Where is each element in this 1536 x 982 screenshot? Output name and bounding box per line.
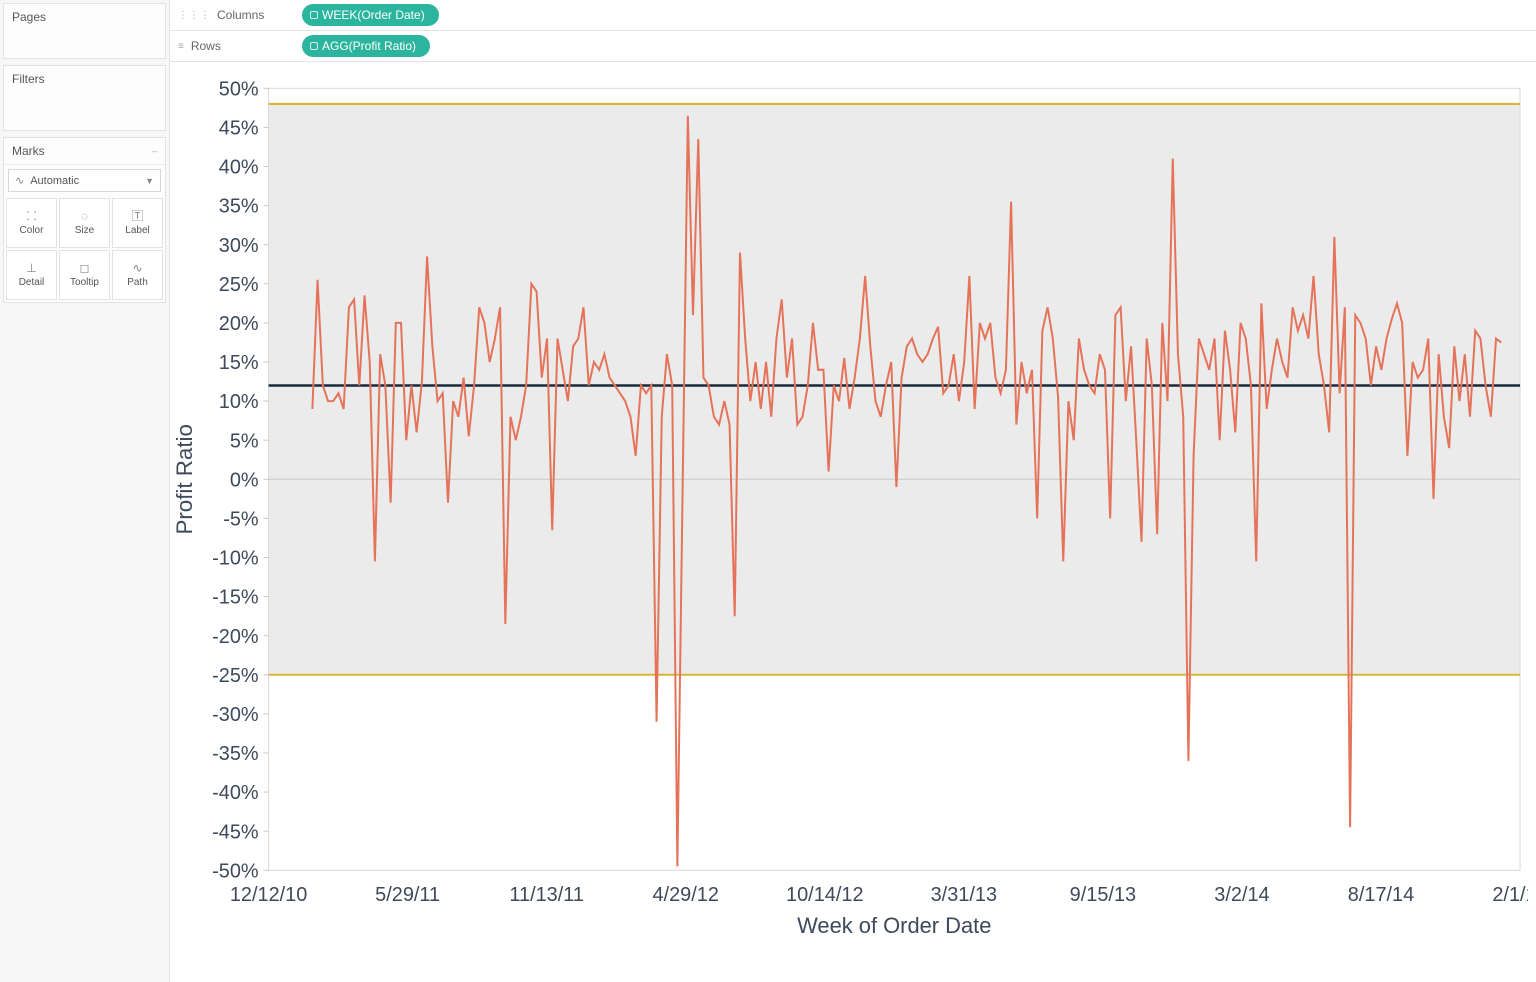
y-tick-label: -20% — [212, 626, 259, 648]
mark-size-label: Size — [75, 225, 94, 236]
y-tick-label: -50% — [212, 860, 259, 882]
mark-tooltip-button[interactable]: ◻ Tooltip — [59, 250, 110, 300]
mark-path-label: Path — [127, 277, 148, 288]
x-tick-label: 11/13/11 — [509, 884, 584, 906]
y-tick-label: -45% — [212, 821, 259, 843]
y-tick-label: 5% — [230, 430, 259, 452]
x-tick-label: 3/2/14 — [1214, 884, 1269, 906]
columns-label: Columns — [217, 8, 264, 22]
y-tick-label: -10% — [212, 547, 259, 569]
size-icon: ◌ — [81, 210, 88, 222]
mark-label-button[interactable]: 🅃 Label — [112, 198, 163, 248]
mark-label-label: Label — [125, 225, 149, 236]
y-tick-label: 0% — [230, 469, 259, 491]
reference-band — [269, 104, 1520, 675]
columns-icon: ⋮⋮⋮ — [178, 10, 211, 21]
rows-shelf[interactable]: ≡ Rows AGG(Profit Ratio) — [170, 31, 1536, 62]
x-tick-label: 9/15/13 — [1070, 884, 1136, 906]
y-tick-label: -40% — [212, 782, 259, 804]
mark-tooltip-label: Tooltip — [70, 277, 99, 288]
mark-detail-label: Detail — [19, 277, 45, 288]
detail-icon: ⊥ — [26, 262, 36, 274]
marks-type-dropdown[interactable]: ∿ Automatic ▼ — [8, 169, 161, 192]
color-icon: ⸬ — [27, 210, 37, 222]
rows-icon: ≡ — [178, 41, 185, 52]
marks-title: Marks — [12, 144, 45, 158]
y-axis-label: Profit Ratio — [174, 424, 197, 534]
columns-pill-text: WEEK(Order Date) — [322, 8, 425, 22]
x-tick-label: 8/17/14 — [1348, 884, 1414, 906]
x-axis-label: Week of Order Date — [797, 913, 991, 938]
y-tick-label: 45% — [219, 117, 259, 139]
y-tick-label: 20% — [219, 313, 259, 335]
mark-color-button[interactable]: ⸬ Color — [6, 198, 57, 248]
columns-pill[interactable]: WEEK(Order Date) — [302, 4, 439, 26]
visualization-area[interactable]: -50% -45% -40% -35% -30% -25% -20% -15% -10% -5% 0… — [170, 62, 1536, 982]
x-tick-label: 5/29/11 — [375, 884, 440, 906]
rows-pill[interactable]: AGG(Profit Ratio) — [302, 35, 430, 57]
line-icon: ∿ — [15, 174, 24, 187]
pages-title: Pages — [12, 10, 157, 24]
y-tick-label: -30% — [212, 704, 259, 726]
y-tick-label: -15% — [212, 587, 259, 609]
x-tick-label: 2/1/15 — [1492, 884, 1528, 906]
path-icon: ∿ — [132, 262, 142, 274]
x-tick-label: 3/31/13 — [931, 884, 997, 906]
x-tick-label: 4/29/12 — [653, 884, 719, 906]
y-tick-label: 50% — [219, 78, 259, 100]
y-tick-label: 30% — [219, 235, 259, 257]
marks-card: Marks – ∿ Automatic ▼ ⸬ Color ◌ Size — [3, 137, 166, 303]
label-icon: 🅃 — [131, 210, 143, 222]
chevron-down-icon: ▼ — [145, 176, 154, 186]
y-tick-label: 10% — [219, 391, 259, 413]
mark-detail-button[interactable]: ⊥ Detail — [6, 250, 57, 300]
filters-card[interactable]: Filters — [3, 65, 166, 131]
profit-ratio-chart[interactable]: -50% -45% -40% -35% -30% -25% -20% -15% -10% -5% 0… — [174, 68, 1528, 982]
columns-shelf[interactable]: ⋮⋮⋮ Columns WEEK(Order Date) — [170, 0, 1536, 31]
y-tick-label: -35% — [212, 743, 259, 765]
mark-path-button[interactable]: ∿ Path — [112, 250, 163, 300]
mark-size-button[interactable]: ◌ Size — [59, 198, 110, 248]
mark-color-label: Color — [20, 225, 44, 236]
marks-collapse-icon[interactable]: – — [152, 146, 157, 156]
x-tick-label: 12/12/10 — [230, 884, 308, 906]
y-tick-label: 35% — [219, 196, 259, 218]
filters-title: Filters — [12, 72, 157, 86]
y-tick-label: -5% — [223, 508, 259, 530]
y-tick-label: 40% — [219, 156, 259, 178]
marks-type-label: Automatic — [30, 175, 79, 187]
y-tick-label: 15% — [219, 352, 259, 374]
tooltip-icon: ◻ — [80, 262, 90, 274]
pages-card[interactable]: Pages — [3, 3, 166, 59]
rows-label: Rows — [191, 39, 221, 53]
x-tick-label: 10/14/12 — [786, 884, 864, 906]
y-tick-label: 25% — [219, 274, 259, 296]
rows-pill-text: AGG(Profit Ratio) — [322, 39, 416, 53]
y-tick-label: -25% — [212, 665, 259, 687]
